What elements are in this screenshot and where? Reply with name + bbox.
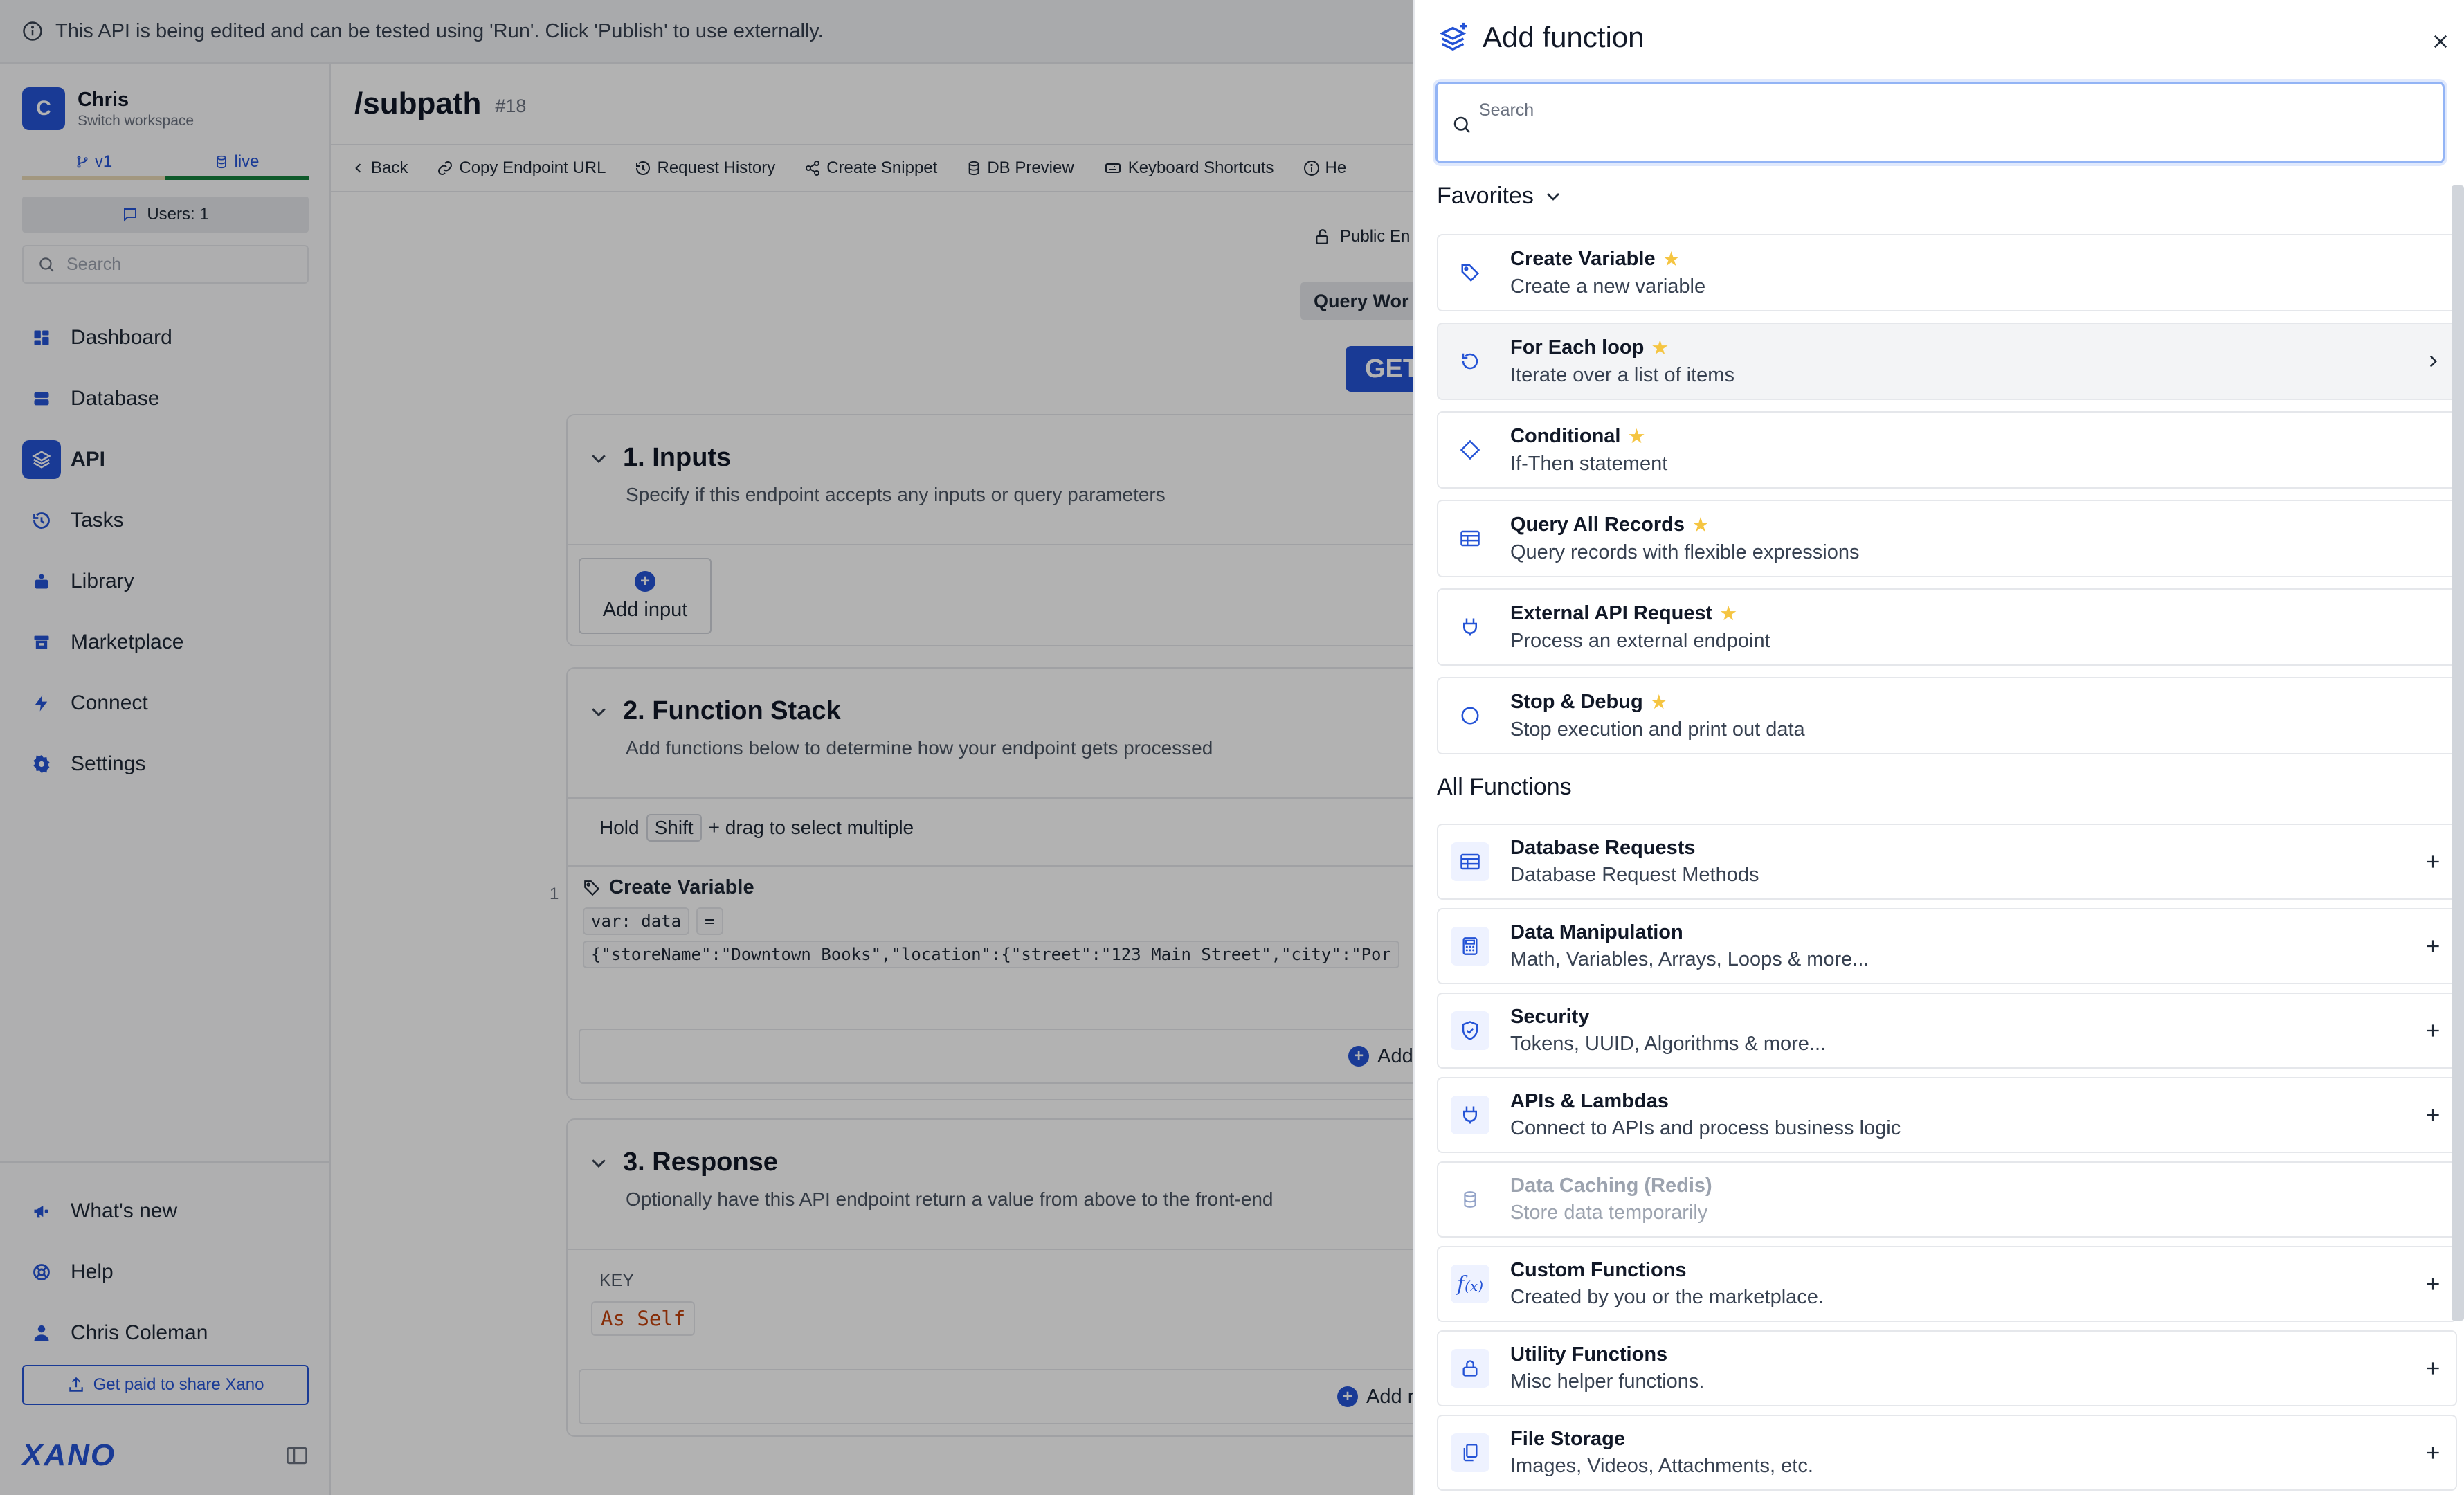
plus-icon[interactable] — [2424, 909, 2442, 983]
panel-header: Add function — [1438, 21, 1645, 54]
plug-icon — [1451, 1096, 1489, 1134]
category-description: Store data temporarily — [1510, 1202, 1708, 1224]
function-item-for-each-loop[interactable]: For Each loop ★ Iterate over a list of it… — [1437, 323, 2457, 400]
function-description: If-Then statement — [1510, 453, 1668, 475]
category-name: Database Requests — [1510, 837, 1696, 859]
table-icon — [1451, 519, 1489, 558]
function-item-create-variable[interactable]: Create Variable ★ Create a new variable — [1437, 234, 2457, 311]
function-search-field[interactable] — [1435, 82, 2445, 163]
plus-icon[interactable] — [2424, 1416, 2442, 1489]
add-function-panel: Add function Favorites Create Variable ★ … — [1413, 0, 2464, 1495]
plus-icon[interactable] — [2424, 825, 2442, 898]
database-icon — [1451, 1180, 1489, 1219]
plus-icon[interactable] — [2424, 1247, 2442, 1321]
favorites-title: Favorites — [1437, 183, 1534, 209]
star-icon[interactable]: ★ — [1650, 690, 1668, 714]
function-description: Create a new variable — [1510, 275, 1706, 298]
function-description: Stop execution and print out data — [1510, 718, 1805, 741]
category-database-requests[interactable]: Database Requests Database Request Metho… — [1437, 824, 2457, 900]
layers-plus-icon — [1439, 22, 1467, 51]
category-description: Math, Variables, Arrays, Loops & more... — [1510, 948, 1869, 970]
calculator-icon — [1451, 927, 1489, 966]
table-icon — [1451, 842, 1489, 881]
all-functions-title: All Functions — [1437, 774, 1572, 800]
function-name: Stop & Debug — [1510, 691, 1643, 713]
category-name: APIs & Lambdas — [1510, 1090, 1669, 1112]
category-description: Tokens, UUID, Algorithms & more... — [1510, 1033, 1827, 1055]
favorites-header[interactable]: Favorites — [1437, 183, 1564, 210]
category-description: Images, Videos, Attachments, etc. — [1510, 1455, 1813, 1477]
chevron-down-icon — [1546, 192, 1559, 201]
star-icon[interactable]: ★ — [1719, 601, 1737, 626]
star-icon[interactable]: ★ — [1627, 424, 1645, 448]
files-icon — [1451, 1433, 1489, 1472]
search-icon — [1453, 116, 1471, 134]
app-root: This API is being edited and can be test… — [0, 0, 2464, 1495]
function-item-stop-debug[interactable]: Stop & Debug ★ Stop execution and print o… — [1437, 677, 2457, 754]
category-data-caching-redis: Data Caching (Redis) Store data temporar… — [1437, 1161, 2457, 1238]
function-item-query-all-records[interactable]: Query All Records ★ Query records with fl… — [1437, 500, 2457, 577]
plus-icon[interactable] — [2424, 1332, 2442, 1405]
panel-title: Add function — [1483, 21, 1645, 53]
function-name: Conditional — [1510, 425, 1621, 447]
function-search-input[interactable] — [1479, 96, 2379, 124]
category-name: Utility Functions — [1510, 1343, 1668, 1366]
category-apis-lambdas[interactable]: APIs & Lambdas Connect to APIs and proce… — [1437, 1077, 2457, 1153]
loop-icon — [1451, 342, 1489, 381]
category-file-storage[interactable]: File Storage Images, Videos, Attachments… — [1437, 1415, 2457, 1491]
all-functions-list: Database Requests Database Request Metho… — [1437, 824, 2457, 1495]
shield-icon — [1451, 1011, 1489, 1050]
diamond-icon — [1451, 431, 1489, 469]
function-description: Iterate over a list of items — [1510, 364, 1734, 386]
category-description: Misc helper functions. — [1510, 1370, 1705, 1393]
circle-icon — [1451, 696, 1489, 735]
category-data-manipulation[interactable]: Data Manipulation Math, Variables, Array… — [1437, 908, 2457, 984]
plus-icon[interactable] — [2424, 994, 2442, 1067]
category-name: File Storage — [1510, 1428, 1625, 1450]
category-utility-functions[interactable]: Utility Functions Misc helper functions. — [1437, 1330, 2457, 1406]
function-description: Process an external endpoint — [1510, 630, 1770, 652]
function-item-external-api-request[interactable]: External API Request ★ Process an externa… — [1437, 588, 2457, 666]
panel-scrollbar[interactable] — [2452, 185, 2464, 1321]
category-name: Custom Functions — [1510, 1259, 1687, 1281]
star-icon[interactable]: ★ — [1663, 247, 1681, 271]
category-security[interactable]: Security Tokens, UUID, Algorithms & more… — [1437, 993, 2457, 1069]
star-icon[interactable]: ★ — [1651, 336, 1669, 360]
tag-icon — [1451, 253, 1489, 292]
category-description: Database Request Methods — [1510, 864, 1759, 886]
favorites-list: Create Variable ★ Create a new variable F… — [1437, 234, 2457, 765]
star-icon[interactable]: ★ — [1692, 513, 1710, 537]
all-functions-header: All Functions — [1437, 774, 1572, 801]
function-name: Query All Records — [1510, 514, 1685, 536]
plug-icon — [1451, 608, 1489, 646]
function-item-conditional[interactable]: Conditional ★ If-Then statement — [1437, 411, 2457, 489]
function-icon: f(x) — [1451, 1265, 1489, 1303]
category-custom-functions[interactable]: f(x) Custom Functions Created by you or … — [1437, 1246, 2457, 1322]
close-icon[interactable] — [2427, 28, 2454, 55]
lock-icon — [1451, 1349, 1489, 1388]
function-name: External API Request — [1510, 602, 1713, 624]
function-name: Create Variable — [1510, 248, 1656, 270]
category-name: Security — [1510, 1006, 1590, 1028]
plus-icon[interactable] — [2424, 1078, 2442, 1152]
category-description: Created by you or the marketplace. — [1510, 1286, 1824, 1308]
category-name: Data Manipulation — [1510, 921, 1683, 943]
function-name: For Each loop — [1510, 336, 1645, 359]
modal-backdrop[interactable] — [0, 0, 1413, 1495]
category-description: Connect to APIs and process business log… — [1510, 1117, 1901, 1139]
chevron-right-icon[interactable] — [2424, 324, 2442, 399]
category-name: Data Caching (Redis) — [1510, 1175, 1712, 1197]
function-description: Query records with flexible expressions — [1510, 541, 1860, 563]
